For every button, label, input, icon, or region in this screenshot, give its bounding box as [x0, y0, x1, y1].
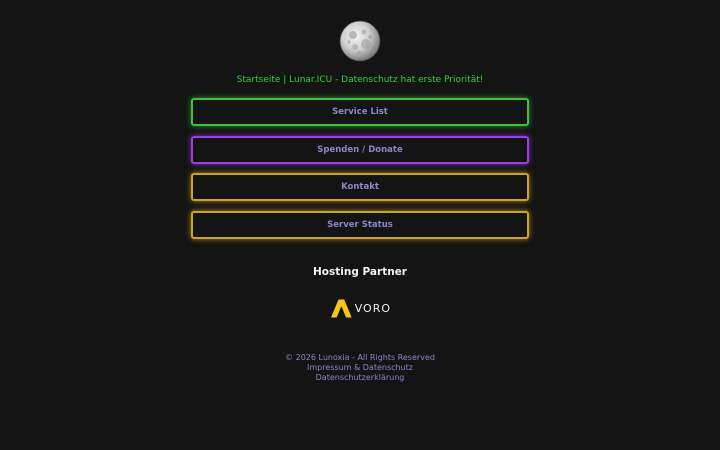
hosting-partner-heading: Hosting Partner	[313, 266, 407, 278]
page-tagline: Startseite | Lunar.ICU - Datenschutz hat…	[236, 75, 484, 85]
privacy-policy-link[interactable]: Datenschutzerklärung	[0, 373, 720, 383]
avoro-wordmark: VORO	[354, 302, 391, 315]
moon-logo-icon	[339, 20, 381, 62]
contact-button[interactable]: Kontakt	[191, 173, 529, 201]
donate-button[interactable]: Spenden / Donate	[191, 136, 529, 164]
server-status-button[interactable]: Server Status	[191, 211, 529, 239]
copyright-text: © 2026 Lunoxia - All Rights Reserved	[285, 353, 435, 362]
footer: © 2026 Lunoxia - All Rights Reserved Imp…	[0, 353, 720, 383]
avoro-mark-icon	[331, 299, 352, 318]
avoro-partner-logo[interactable]: VORO	[331, 298, 391, 319]
service-list-button[interactable]: Service List	[191, 98, 529, 126]
imprint-link[interactable]: Impressum & Datenschutz	[0, 363, 720, 373]
